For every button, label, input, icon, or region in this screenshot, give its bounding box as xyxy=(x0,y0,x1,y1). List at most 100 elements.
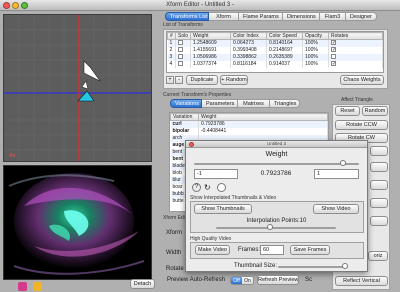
auto-refresh-toggle[interactable]: Off On xyxy=(230,276,254,285)
triangle-btn-b[interactable] xyxy=(370,162,388,172)
triangle-editor-canvas[interactable]: Fx xyxy=(3,14,152,162)
preview-auto-refresh-label: Preview Auto-Refresh xyxy=(167,277,226,283)
cell-num: 3 xyxy=(167,53,176,61)
cell-opacity: 100% xyxy=(302,53,330,61)
tab-xform[interactable]: Xform xyxy=(209,12,239,21)
help-icon[interactable]: ? xyxy=(192,183,201,192)
cell-color-index: 0.3993408 xyxy=(230,46,268,54)
col-var-weight[interactable]: Weight xyxy=(198,113,328,121)
triangle-btn-a[interactable] xyxy=(370,146,388,156)
props-tabbar: Variations Parameters Matrixes Triangles xyxy=(170,99,300,109)
weight-slider-knob[interactable] xyxy=(339,160,346,166)
tab-flame-params[interactable]: Flame Params xyxy=(239,12,283,21)
cell-weight: 1.2548609 xyxy=(190,39,232,47)
rotate-ccw-button[interactable]: Rotate CCW xyxy=(335,120,388,130)
weight-max-field[interactable]: 1 xyxy=(314,169,359,179)
col-opacity[interactable]: Opacity xyxy=(302,32,330,40)
current-props-label: Current Transform's Properties xyxy=(163,92,232,98)
col-color-index[interactable]: Color Index xyxy=(230,32,268,40)
refresh-preview-button[interactable]: Refresh Preview xyxy=(257,275,299,285)
var-weight[interactable]: 0.7923786 xyxy=(198,120,328,128)
col-rotates[interactable]: Rotates xyxy=(328,32,383,40)
solo-checkbox[interactable] xyxy=(178,54,183,60)
app-icon-yellow[interactable] xyxy=(33,282,42,291)
transforms-table[interactable]: # Solo Weight Color Index Color Speed Op… xyxy=(166,31,384,73)
transforms-group-label: List of Transforms xyxy=(163,22,203,28)
cell-weight: 1.0506986 xyxy=(190,53,232,61)
weight-slider[interactable] xyxy=(194,163,359,165)
refresh-icon[interactable]: ↻ xyxy=(204,183,211,192)
triangle-btn-c[interactable] xyxy=(370,180,388,190)
thumb-size-knob[interactable] xyxy=(341,263,348,269)
table-row[interactable]: 3 1.0506986 0.3398862 0.2635389 100% xyxy=(167,53,383,61)
tab-dimensions[interactable]: Dimensions xyxy=(283,12,320,21)
weight-min-field[interactable]: -1 xyxy=(194,169,238,179)
solo-checkbox[interactable] xyxy=(178,61,183,67)
save-frames-button[interactable]: Save Frames xyxy=(290,245,330,255)
show-video-button[interactable]: Show Video xyxy=(313,204,359,214)
triangle-white[interactable] xyxy=(83,60,101,82)
reflect-horizontal-button[interactable]: oriz xyxy=(368,251,388,261)
rotates-checkbox[interactable] xyxy=(331,54,337,60)
tab-designer[interactable]: Designer xyxy=(346,12,377,21)
tab-variations[interactable]: Variations xyxy=(170,99,202,108)
table-row[interactable]: curl 0.7923786 xyxy=(170,120,328,128)
table-row[interactable]: 1 1.2548609 0.064273 0.8140164 100% ✓ xyxy=(167,39,383,47)
duplicate-button[interactable]: Duplicate xyxy=(186,75,218,85)
chaos-weights-button[interactable]: Chaos Weights xyxy=(340,75,384,85)
detach-button[interactable]: Detach xyxy=(130,279,155,289)
canvas-grid: Fx xyxy=(4,15,151,161)
make-video-button[interactable]: Make Video xyxy=(195,245,230,255)
col-num[interactable]: # xyxy=(167,32,176,40)
table-row[interactable]: 4 1.0377374 0.8116184 0.914037 100% ✓ xyxy=(167,60,383,68)
interp-slider[interactable] xyxy=(216,227,336,229)
cell-color-speed: 0.2148697 xyxy=(266,46,304,54)
cell-color-speed: 0.8140164 xyxy=(266,39,304,47)
rotates-checkbox[interactable]: ✓ xyxy=(331,40,336,46)
affect-triangle-label: Affect Triangle xyxy=(341,97,373,103)
random-button[interactable]: Random xyxy=(362,106,388,116)
toggle-on[interactable]: On xyxy=(242,277,253,284)
thumb-size-slider[interactable] xyxy=(278,266,348,268)
frames-field[interactable]: 60 xyxy=(260,245,284,255)
cell-num: 1 xyxy=(167,39,176,47)
remove-transform-button[interactable]: - xyxy=(175,76,183,84)
add-random-button[interactable]: + Random xyxy=(220,75,248,85)
tab-triangles[interactable]: Triangles xyxy=(270,99,300,108)
tab-transforms-list[interactable]: Transforms List xyxy=(165,12,209,21)
interp-slider-knob[interactable] xyxy=(267,224,273,230)
triangle-btn-e[interactable] xyxy=(370,216,388,226)
var-weight[interactable]: -0.4408441 xyxy=(198,127,328,135)
show-thumbnails-button[interactable]: Show Thumbnails xyxy=(194,204,252,214)
app-icon-pink[interactable] xyxy=(18,282,27,291)
reflect-vertical-button[interactable]: Reflect Vertical xyxy=(335,276,388,286)
rotates-checkbox[interactable]: ✓ xyxy=(331,47,336,53)
col-weight[interactable]: Weight xyxy=(190,32,232,40)
tab-matrixes[interactable]: Matrixes xyxy=(238,99,270,108)
triangle-btn-d[interactable] xyxy=(370,198,388,208)
table-row[interactable]: bipolar -0.4408441 xyxy=(170,127,328,135)
toggle-off[interactable]: Off xyxy=(231,277,242,284)
solo-checkbox[interactable] xyxy=(178,47,183,53)
fractal-preview xyxy=(3,165,152,280)
rotate-label: Rotate xyxy=(166,266,184,272)
rotates-checkbox[interactable]: ✓ xyxy=(331,61,336,67)
tab-flam3[interactable]: Flam3 xyxy=(320,12,346,21)
var-name: bipolar xyxy=(170,127,199,135)
cell-color-index: 0.8116184 xyxy=(230,60,268,68)
cell-weight: 1.0377374 xyxy=(190,60,232,68)
add-transform-button[interactable]: + xyxy=(166,76,174,84)
triangle-small[interactable] xyxy=(81,80,89,90)
reset-button[interactable]: Reset xyxy=(335,106,360,116)
cell-color-index: 0.3398862 xyxy=(230,53,268,61)
table-row[interactable]: 2 1.4155691 0.3993408 0.2148697 100% ✓ xyxy=(167,46,383,54)
col-color-speed[interactable]: Color Speed xyxy=(266,32,304,40)
col-variation[interactable]: Variation xyxy=(170,113,199,121)
radio-icon[interactable] xyxy=(217,183,226,192)
cell-color-speed: 0.2635389 xyxy=(266,53,304,61)
solo-checkbox[interactable] xyxy=(178,40,183,46)
tab-parameters[interactable]: Parameters xyxy=(202,99,238,108)
cell-color-speed: 0.914037 xyxy=(266,60,304,68)
xform-editor-label: Xform Edi xyxy=(163,215,185,221)
col-solo[interactable]: Solo xyxy=(174,32,192,40)
